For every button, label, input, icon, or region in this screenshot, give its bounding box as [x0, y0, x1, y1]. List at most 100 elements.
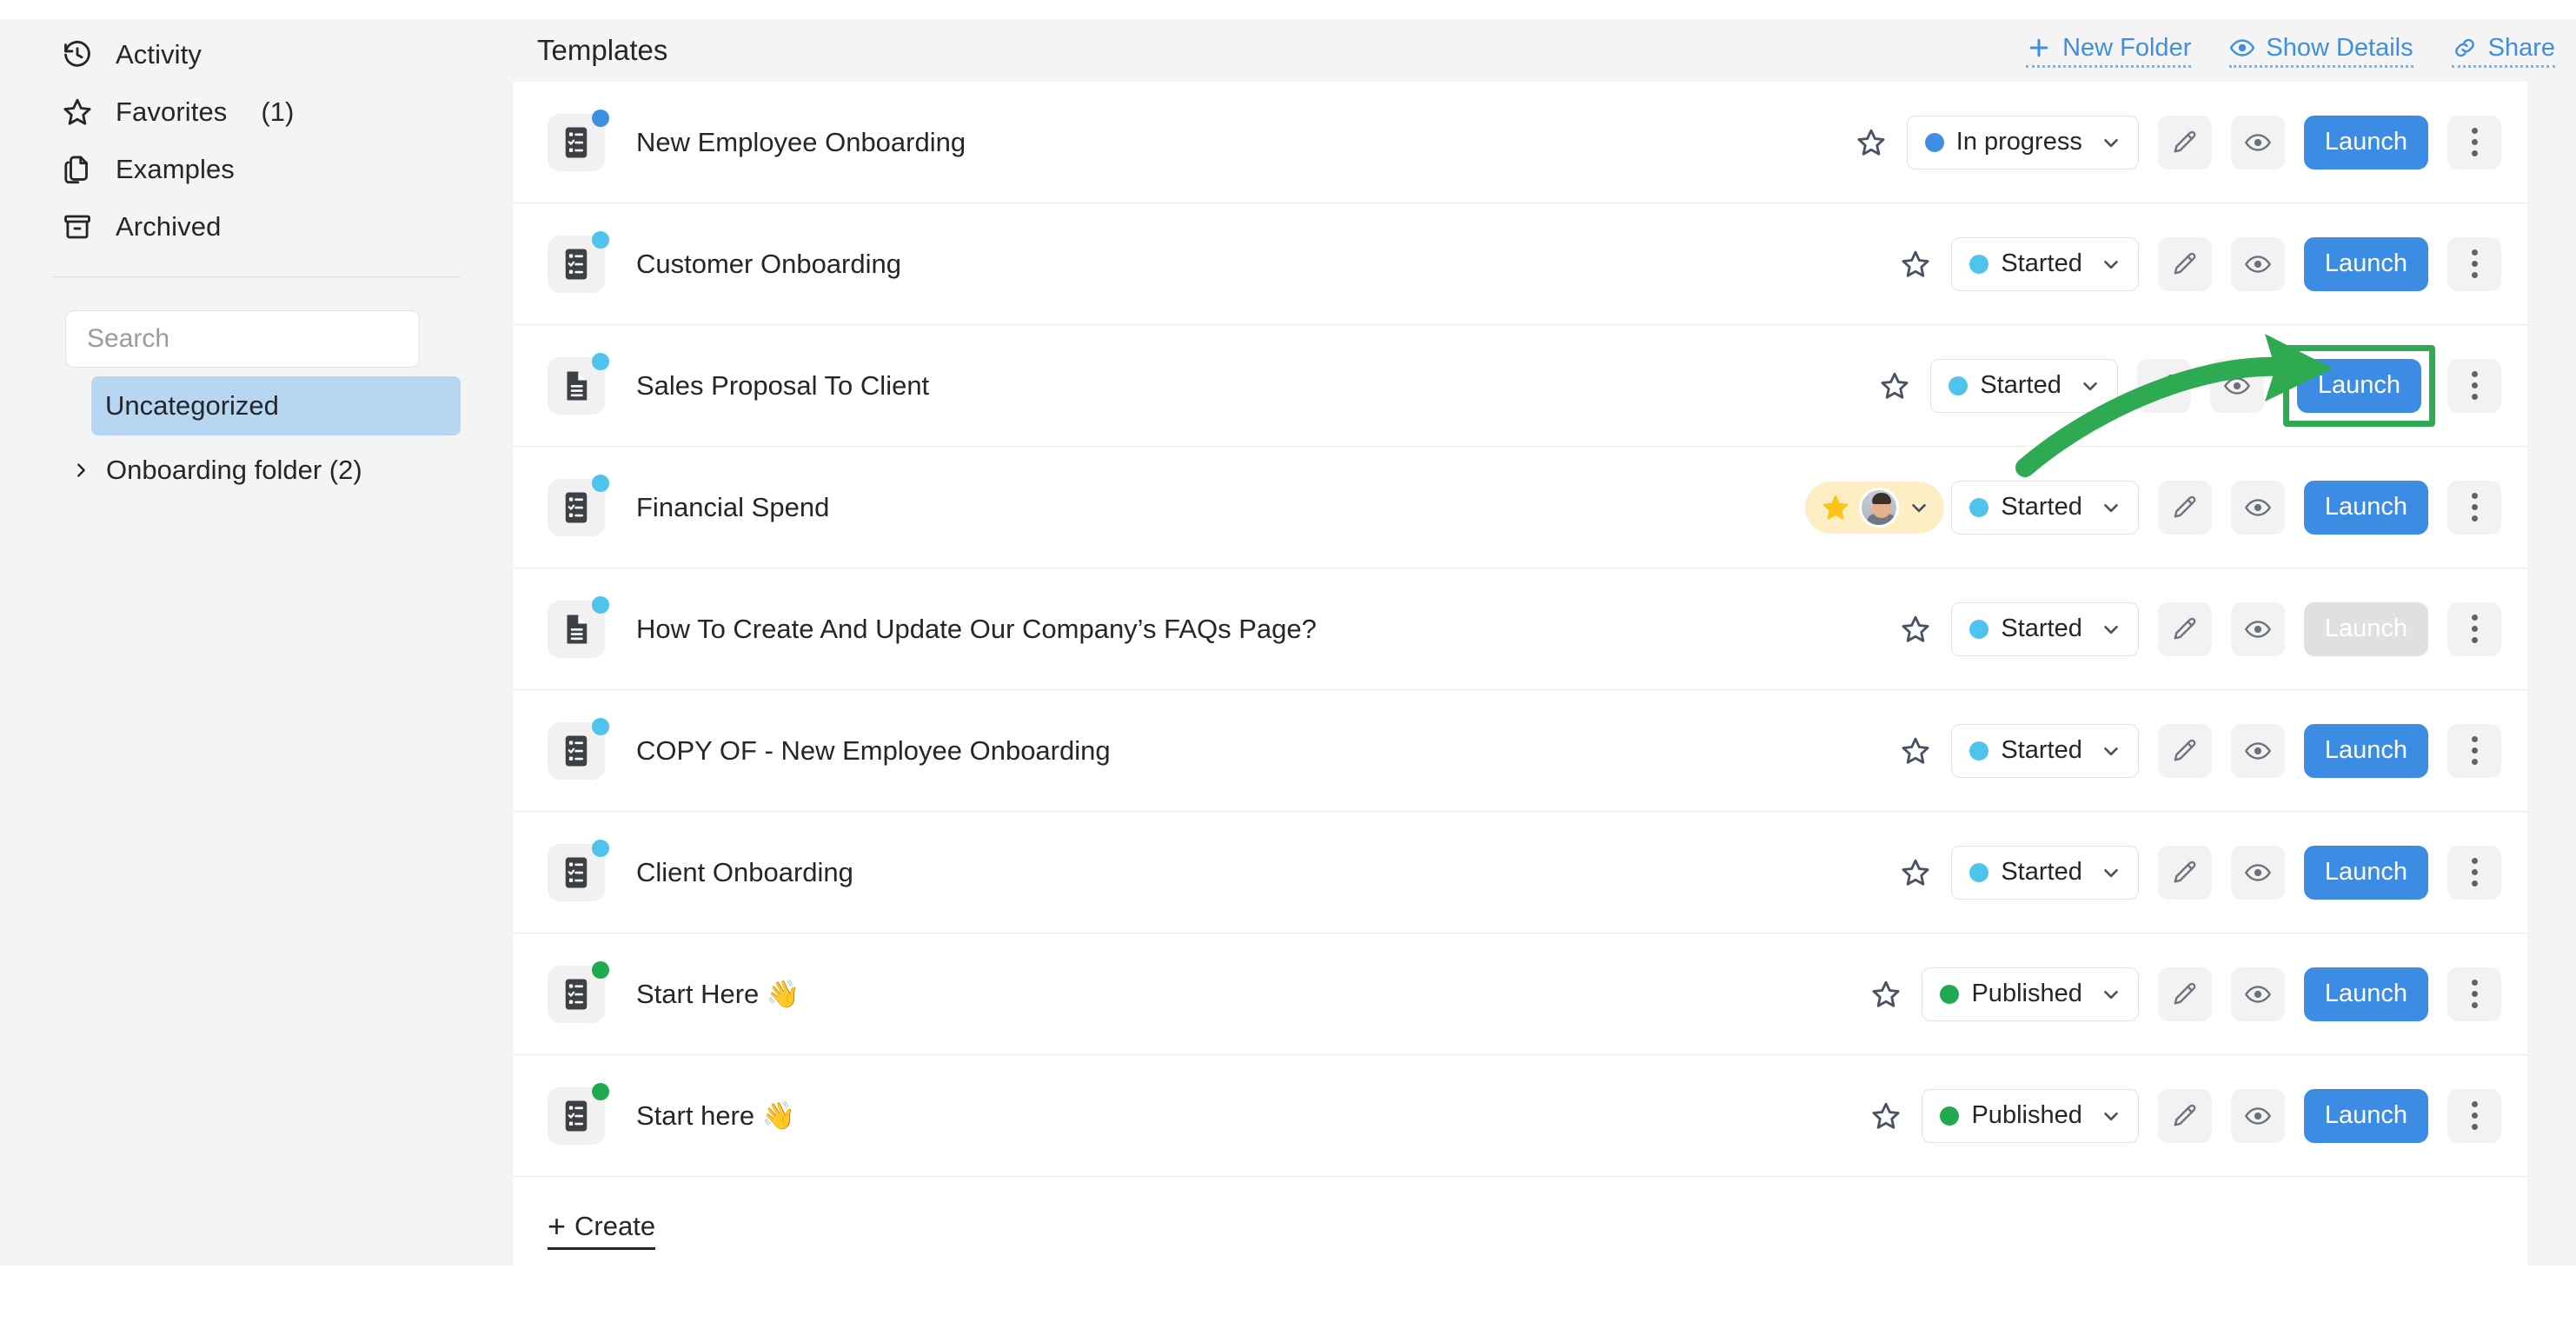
preview-button[interactable]	[2230, 845, 2285, 900]
table-row[interactable]: Customer Onboarding Started Launch	[513, 203, 2527, 325]
more-options-button[interactable]	[2447, 1088, 2501, 1143]
edit-button[interactable]	[2157, 236, 2212, 291]
status-label: In progress	[1955, 128, 2082, 156]
create-button[interactable]: + Create	[548, 1207, 656, 1250]
table-row[interactable]: Sales Proposal To Client Started Launch	[513, 325, 2527, 447]
template-icon-wrap	[548, 109, 609, 171]
plus-icon: +	[548, 1207, 567, 1244]
status-dot	[1940, 1106, 1960, 1126]
template-title: Client Onboarding	[636, 856, 853, 887]
edit-button[interactable]	[2136, 358, 2191, 413]
edit-button[interactable]	[2157, 1088, 2212, 1143]
edit-button[interactable]	[2157, 115, 2212, 169]
sidebar-nav-list: Activity Favorites (1) Examples Archived	[0, 19, 513, 256]
chevron-down-icon	[2100, 740, 2122, 762]
template-title: How To Create And Update Our Company’s F…	[636, 613, 1317, 644]
status-label: Started	[1980, 371, 2061, 399]
show-details-button[interactable]: Show Details	[2229, 34, 2413, 68]
sidebar-item-favorites[interactable]: Favorites (1)	[0, 83, 513, 141]
chevron-down-icon[interactable]	[1908, 496, 1930, 519]
table-row[interactable]: Client Onboarding Started Launch	[513, 812, 2527, 933]
row-actions: Started Launch	[1889, 845, 2527, 900]
row-actions: Started Launch	[1805, 480, 2527, 535]
launch-button-wrap: Launch	[2303, 1088, 2447, 1143]
sidebar-search-wrap	[0, 277, 513, 368]
favorite-star-button[interactable]	[1859, 1089, 1913, 1143]
status-dropdown[interactable]: Started	[1951, 845, 2139, 900]
launch-button[interactable]: Launch	[2303, 723, 2428, 778]
copy-icon	[61, 153, 94, 186]
star-filled-icon[interactable]	[1821, 493, 1850, 522]
more-options-button[interactable]	[2447, 480, 2501, 535]
table-row[interactable]: Start here 👋 Published Launch	[513, 1055, 2527, 1177]
new-folder-button[interactable]: New Folder	[2026, 34, 2192, 68]
edit-button[interactable]	[2157, 723, 2212, 778]
preview-button[interactable]	[2230, 236, 2285, 291]
edit-button[interactable]	[2157, 601, 2212, 656]
favorite-star-button[interactable]	[1859, 967, 1913, 1021]
more-options-button[interactable]	[2447, 358, 2501, 413]
more-options-button[interactable]	[2447, 845, 2501, 900]
preview-button[interactable]	[2230, 115, 2285, 169]
sidebar-item-archived[interactable]: Archived	[0, 198, 513, 256]
share-button[interactable]: Share	[2451, 34, 2555, 68]
launch-button[interactable]: Launch	[2296, 358, 2421, 413]
template-icon-wrap	[548, 230, 609, 293]
status-dot	[1969, 619, 1989, 639]
status-dropdown[interactable]: Published	[1922, 1088, 2139, 1143]
preview-button[interactable]	[2230, 601, 2285, 656]
search-input[interactable]	[65, 310, 420, 368]
favorite-star-button[interactable]	[1868, 359, 1922, 413]
favorite-star-button[interactable]	[1889, 724, 1942, 778]
preview-button[interactable]	[2230, 1088, 2285, 1143]
status-dropdown[interactable]: Started	[1951, 236, 2139, 291]
launch-button[interactable]: Launch	[2303, 480, 2428, 535]
favorite-star-button[interactable]	[1889, 237, 1942, 291]
status-dropdown[interactable]: In progress	[1906, 115, 2139, 169]
preview-button[interactable]	[2230, 967, 2285, 1021]
table-row[interactable]: COPY OF - New Employee Onboarding Started…	[513, 690, 2527, 812]
favorite-star-button[interactable]	[1844, 116, 1898, 169]
table-row[interactable]: How To Create And Update Our Company’s F…	[513, 568, 2527, 690]
status-dropdown[interactable]: Started	[1930, 358, 2118, 413]
template-icon-wrap	[548, 474, 609, 536]
edit-button[interactable]	[2157, 480, 2212, 535]
sidebar-folder-label: Onboarding folder (2)	[106, 455, 362, 485]
sidebar-item-activity[interactable]: Activity	[0, 26, 513, 83]
edit-button[interactable]	[2157, 845, 2212, 900]
table-row[interactable]: Financial Spend Started Launch	[513, 447, 2527, 568]
more-options-button[interactable]	[2447, 115, 2501, 169]
plus-icon	[2026, 35, 2052, 61]
preview-button[interactable]	[2230, 723, 2285, 778]
launch-button[interactable]: Launch	[2303, 845, 2428, 900]
table-row[interactable]: New Employee Onboarding In progress Launch	[513, 82, 2527, 203]
more-options-button[interactable]	[2447, 601, 2501, 656]
launch-button[interactable]: Launch	[2303, 115, 2428, 169]
create-label: Create	[574, 1210, 656, 1241]
sidebar-folder-onboarding[interactable]: Onboarding folder (2)	[63, 441, 461, 500]
preview-button[interactable]	[2230, 480, 2285, 535]
sidebar-item-examples[interactable]: Examples	[0, 141, 513, 198]
favorite-star-button[interactable]	[1889, 602, 1942, 656]
status-dot	[1969, 741, 1989, 761]
edit-button[interactable]	[2157, 967, 2212, 1021]
favorite-assignee-pill[interactable]	[1805, 481, 1945, 534]
launch-button-wrap: Launch	[2303, 723, 2447, 778]
status-dropdown[interactable]: Started	[1951, 723, 2139, 778]
sidebar-folder-uncategorized[interactable]: Uncategorized	[91, 376, 461, 435]
more-options-button[interactable]	[2447, 967, 2501, 1021]
status-dropdown[interactable]: Started	[1951, 601, 2139, 656]
table-row[interactable]: Start Here 👋 Published Launch	[513, 933, 2527, 1055]
chevron-down-icon	[2100, 1105, 2122, 1127]
show-details-label: Show Details	[2266, 33, 2413, 62]
more-options-button[interactable]	[2447, 236, 2501, 291]
launch-button[interactable]: Launch	[2303, 236, 2428, 291]
status-dropdown[interactable]: Started	[1951, 480, 2139, 535]
status-dropdown[interactable]: Published	[1922, 967, 2139, 1021]
preview-button[interactable]	[2209, 358, 2264, 413]
launch-button[interactable]: Launch	[2303, 967, 2428, 1021]
favorite-star-button[interactable]	[1889, 846, 1942, 900]
launch-button[interactable]: Launch	[2303, 1088, 2428, 1143]
more-options-button[interactable]	[2447, 723, 2501, 778]
row-left: Start Here 👋	[548, 960, 1859, 1023]
